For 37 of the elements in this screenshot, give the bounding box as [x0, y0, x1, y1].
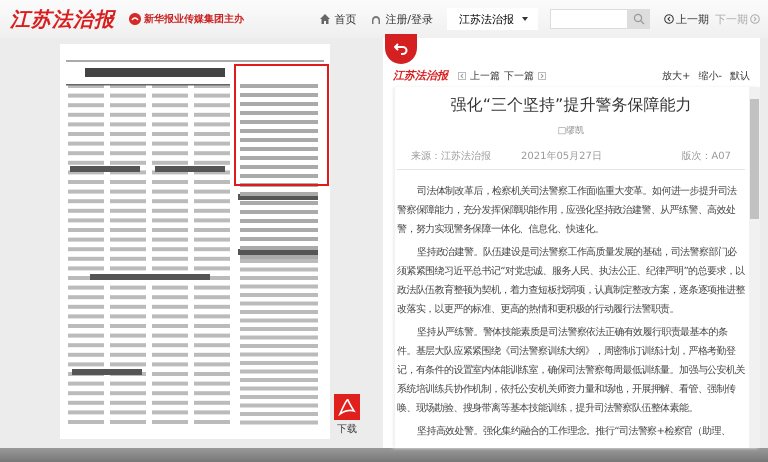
newspaper-logo: 江苏法治报 — [393, 68, 448, 83]
search-icon — [633, 13, 645, 25]
previous-icon — [458, 72, 466, 80]
publisher-emblem-icon — [129, 13, 141, 25]
home-link[interactable]: 首页 — [319, 12, 356, 26]
circle-right-icon — [750, 14, 760, 24]
home-icon — [319, 13, 332, 25]
newspaper-logo[interactable]: 江苏法治报 — [10, 6, 115, 32]
download-label[interactable]: 下载 — [337, 422, 357, 436]
next-icon — [538, 72, 546, 80]
user-icon — [370, 13, 382, 25]
circle-left-icon — [664, 14, 674, 24]
previous-issue-link[interactable]: 上一期 — [664, 12, 709, 26]
article-nav-link[interactable]: 下一篇 — [504, 68, 534, 82]
article-paragraph: 司法体制改革后，检察机关司法警察工作面临重大变革。如何进一步提升司法警察保障能力，充分发挥保障职能作用，应强化坚持政治建警、从严练警、高效处警，努力实现警务保障一体化、信息化、快速化。 — [397, 184, 738, 237]
article-source: 来源：江苏法治报 — [411, 150, 491, 163]
scrollbar[interactable] — [749, 87, 760, 448]
login-link[interactable]: 注册/登录 — [370, 12, 433, 26]
zoom-control[interactable]: 放大+ — [662, 68, 690, 82]
search-field[interactable] — [550, 9, 628, 29]
publisher-text: 新华报业传媒集团主办 — [144, 12, 244, 26]
edition-dropdown[interactable]: 江苏法治报 — [447, 8, 538, 30]
newspaper-page-drawing[interactable] — [60, 44, 330, 439]
article-paragraph: 坚持高效处警。强化集约融合的工作理念。推行“司法警察+检察官（助理、 — [416, 424, 732, 439]
zoom-control[interactable]: 默认 — [730, 68, 750, 82]
pdf-icon[interactable] — [334, 394, 360, 420]
article-paragraph: 坚持从严练警。警体技能素质是司法警察依法正确有效履行职责最基本的条件。基层大队应紧紧围绕《司法警察训练大纲》，周密制订训练计划，严格考勤登记，有条件的设置室内体能训练室，确保司法警察每周最低训练量。加强与公安机关系统培训练兵协作机制，依托公安机关师资力量和场地，开展押解、看管、强制传唤、现场勘验、搜身带离等基本技能训练，提升司法警察队伍整体素能。 — [397, 326, 745, 416]
article-author: □缪凯 — [556, 124, 586, 137]
zoom-control[interactable]: 缩小- — [698, 68, 722, 82]
caret-icon — [522, 17, 528, 21]
article-date: 2021年05月27日 — [521, 150, 602, 163]
article-nav-link[interactable]: 上一篇 — [470, 68, 500, 82]
page-number: 版次：A07 — [681, 150, 731, 163]
return-arrow-icon — [394, 43, 408, 55]
article-paragraph: 坚持政治建警。队伍建设是司法警察工作高质量发展的基础，司法警察部门必须紧紧围绕习近平总书记“对党忠诚、服务人民、执法公正、纪律严明”的总要求，以政法队伍教育整顿为契机，着力查短板找弱项，认真制定整改方案，逐条逐项推进整改落实，以更严的标准、更高的热情和更积极的行动履行法警职责。 — [397, 246, 745, 317]
back-button[interactable] — [385, 34, 417, 64]
article-title: 强化“三个坚持”提升警务保障能力 — [450, 95, 692, 116]
